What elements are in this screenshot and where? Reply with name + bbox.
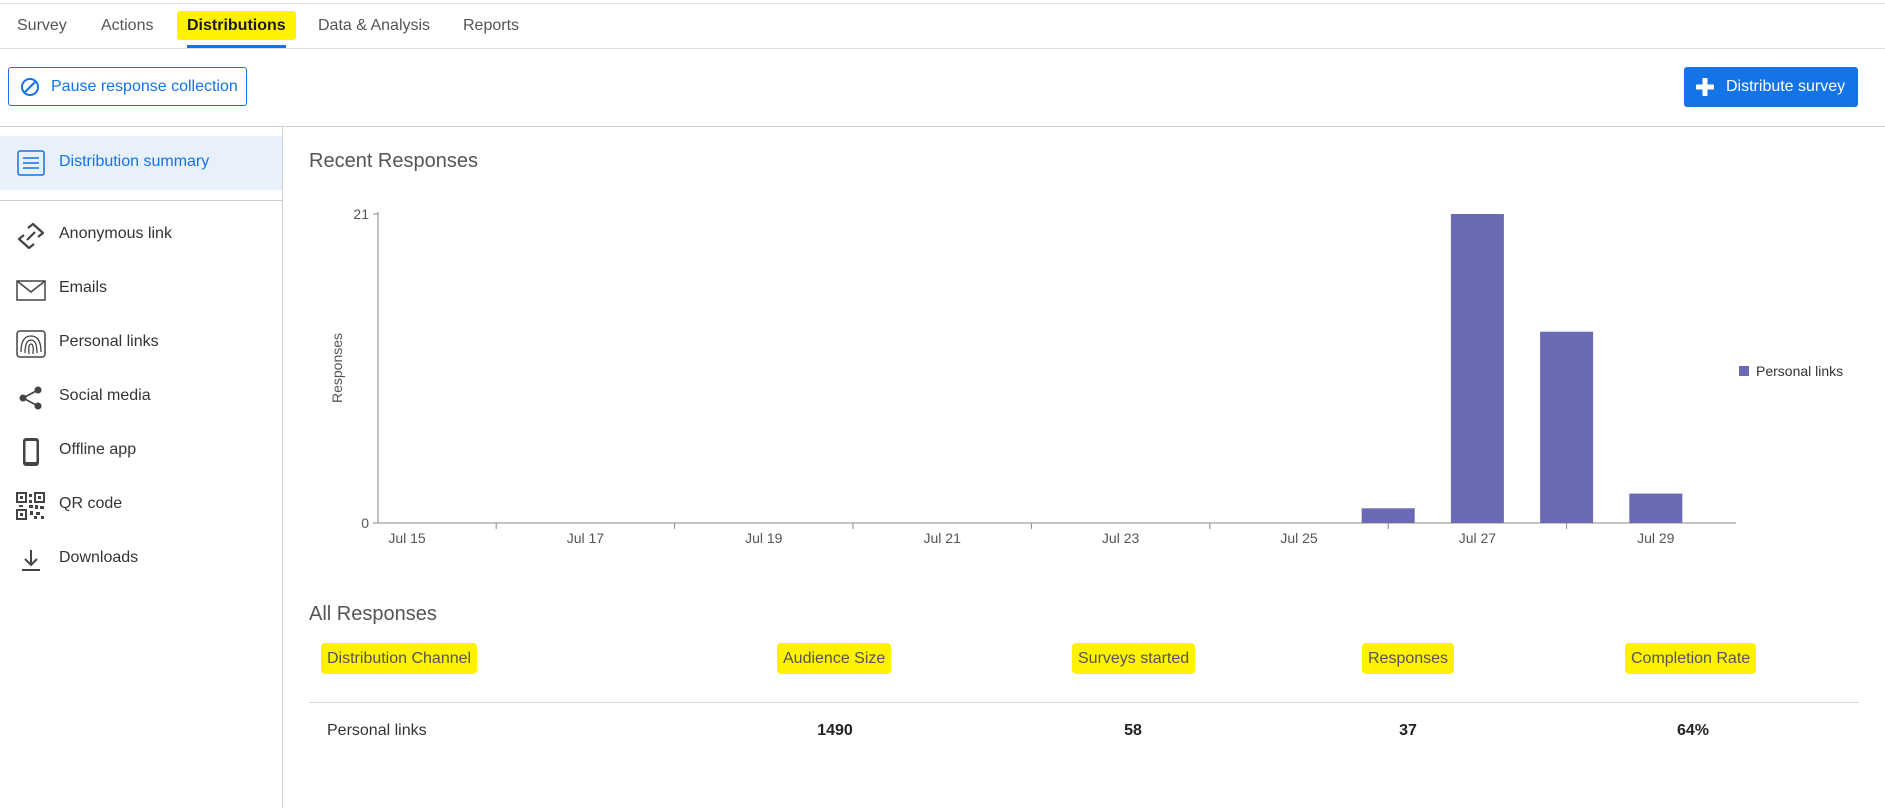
tab-survey[interactable]: Survey [17,4,67,48]
toolbar: Pause response collection Distribute sur… [0,49,1885,127]
x-tick-label: Jul 17 [567,530,605,546]
sidebar-item-label: Anonymous link [59,225,172,242]
bar [1629,493,1683,523]
pause-response-collection-button[interactable]: Pause response collection [8,67,247,106]
sidebar-item-label: Emails [59,279,108,296]
table-cell-audience-size: 1490 [817,722,853,739]
table-divider [309,702,1859,703]
x-tick-label: Jul 27 [1459,530,1497,546]
sidebar-item-label: Offline app [59,441,137,458]
top-nav-tabs: Survey Actions Distributions Data & Anal… [0,4,1885,49]
sidebar-item-label: QR code [59,495,123,512]
list-icon [17,150,45,181]
fingerprint-icon [16,330,46,358]
sidebar-item-social-media[interactable]: Social media [0,374,282,418]
download-icon [16,546,46,574]
x-tick-label: Jul 25 [1280,530,1318,546]
tab-label: Data & Analysis [318,17,431,34]
bar [1540,331,1594,523]
pause-button-label: Pause response collection [51,78,238,95]
share-icon [16,384,46,412]
sidebar-item-downloads[interactable]: Downloads [0,536,282,580]
sidebar-divider [0,200,282,201]
recent-responses-chart: 0 21 Responses Jul 15 Jul 17 Jul 19 Jul 21 Jul … [329,206,1843,546]
recent-responses-title: Recent Responses [309,150,478,172]
x-tick-label: Jul 21 [924,530,962,546]
sidebar-item-anonymous-link[interactable]: Anonymous link [0,212,282,256]
sidebar-item-personal-links[interactable]: Personal links [0,320,282,364]
sidebar-item-label: Social media [59,387,151,404]
header-surveys-started[interactable]: Surveys started [1072,643,1196,674]
sidebar: Distribution summary Anonymous link Emai… [0,127,283,808]
distribute-button-label: Distribute survey [1726,78,1846,95]
active-tab-indicator [187,45,286,48]
table-cell-channel: Personal links [327,722,427,739]
tab-data-analysis[interactable]: Data & Analysis [318,4,430,48]
header-audience-size[interactable]: Audience Size [777,643,892,674]
y-axis-label: Responses [329,333,345,403]
tab-label: Distributions [177,11,296,40]
table-cell-completion-rate: 64% [1676,722,1710,739]
sidebar-item-offline-app[interactable]: Offline app [0,428,282,472]
x-tick-label: Jul 15 [388,530,426,546]
tab-distributions[interactable]: Distributions [177,4,296,48]
phone-icon [16,438,46,466]
header-responses[interactable]: Responses [1362,643,1455,674]
x-tick-label: Jul 29 [1637,530,1675,546]
y-tick-label: 21 [353,206,369,222]
sidebar-item-label: Personal links [59,333,159,350]
bar [1450,214,1504,523]
header-completion-rate[interactable]: Completion Rate [1625,643,1757,674]
tab-actions[interactable]: Actions [101,4,153,48]
x-tick-label: Jul 23 [1102,530,1140,546]
sidebar-item-label: Downloads [59,549,139,566]
qr-code-icon [16,492,46,520]
plus-icon [1694,76,1716,103]
link-icon [16,222,46,250]
x-tick-label: Jul 19 [745,530,783,546]
block-icon [20,77,40,102]
sidebar-item-emails[interactable]: Emails [0,266,282,310]
header-label: Distribution Channel [321,643,478,674]
header-distribution-channel[interactable]: Distribution Channel [321,643,478,674]
bar [1361,508,1415,523]
header-label: Audience Size [777,643,892,674]
header-label: Surveys started [1072,643,1196,674]
legend-label: Personal links [1756,363,1843,379]
header-label: Completion Rate [1625,643,1757,674]
tab-label: Survey [17,17,67,34]
header-label: Responses [1362,643,1455,674]
all-responses-title: All Responses [309,603,437,625]
legend-swatch [1739,366,1749,376]
envelope-icon [16,276,46,304]
sidebar-item-qr-code[interactable]: QR code [0,482,282,526]
tab-label: Reports [463,17,520,34]
sidebar-item-label: Distribution summary [59,153,210,170]
tab-reports[interactable]: Reports [463,4,519,48]
y-tick-label: 0 [361,515,369,531]
sidebar-item-distribution-summary[interactable]: Distribution summary [0,136,282,190]
distribute-survey-button[interactable]: Distribute survey [1684,67,1858,107]
table-cell-responses: 37 [1399,722,1417,739]
tab-label: Actions [101,17,154,34]
table-cell-surveys-started: 58 [1124,722,1142,739]
